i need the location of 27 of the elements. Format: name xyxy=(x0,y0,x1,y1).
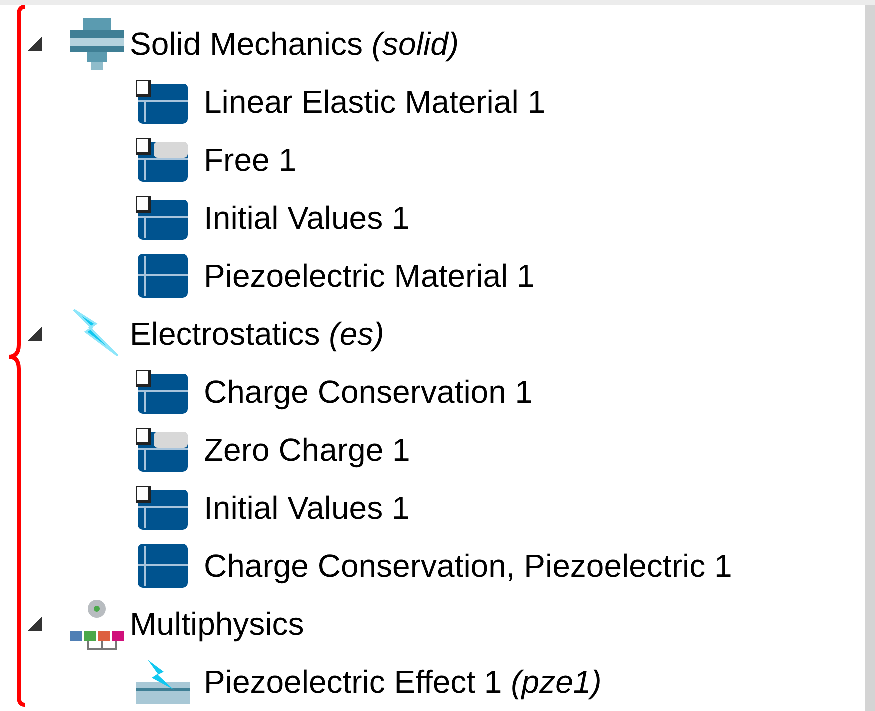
collapse-triangle-icon[interactable] xyxy=(28,37,42,51)
tree-node[interactable]: Linear Elastic Material 1 xyxy=(204,86,546,118)
tree-node[interactable]: Piezoelectric Effect 1 (pze1) xyxy=(204,666,602,698)
tree-node[interactable]: Zero Charge 1 xyxy=(204,434,410,466)
default-node-icon xyxy=(136,428,190,472)
scrollbar[interactable] xyxy=(865,5,875,711)
default-node-icon xyxy=(136,486,190,530)
domain-node-icon xyxy=(136,254,190,298)
default-node-icon xyxy=(136,80,190,124)
tree-node[interactable]: Initial Values 1 xyxy=(204,492,410,524)
tree-node[interactable]: Multiphysics xyxy=(130,608,304,640)
coupling-icon xyxy=(136,660,190,704)
default-node-icon xyxy=(136,196,190,240)
default-node-icon xyxy=(136,370,190,414)
tree-node[interactable]: Free 1 xyxy=(204,144,296,176)
multiphysics-icon xyxy=(70,597,124,651)
tree-node[interactable]: Charge Conservation 1 xyxy=(204,376,534,408)
tree-node[interactable]: Solid Mechanics (solid) xyxy=(130,28,460,60)
tree-node[interactable]: Initial Values 1 xyxy=(204,202,410,234)
beam-icon xyxy=(70,18,124,70)
domain-node-icon xyxy=(136,544,190,588)
tree-node[interactable]: Charge Conservation, Piezoelectric 1 xyxy=(204,550,732,582)
tree-node[interactable]: Piezoelectric Material 1 xyxy=(204,260,535,292)
default-node-icon xyxy=(136,138,190,182)
collapse-triangle-icon[interactable] xyxy=(28,617,42,631)
collapse-triangle-icon[interactable] xyxy=(28,327,42,341)
tree-node[interactable]: Electrostatics (es) xyxy=(130,318,384,350)
